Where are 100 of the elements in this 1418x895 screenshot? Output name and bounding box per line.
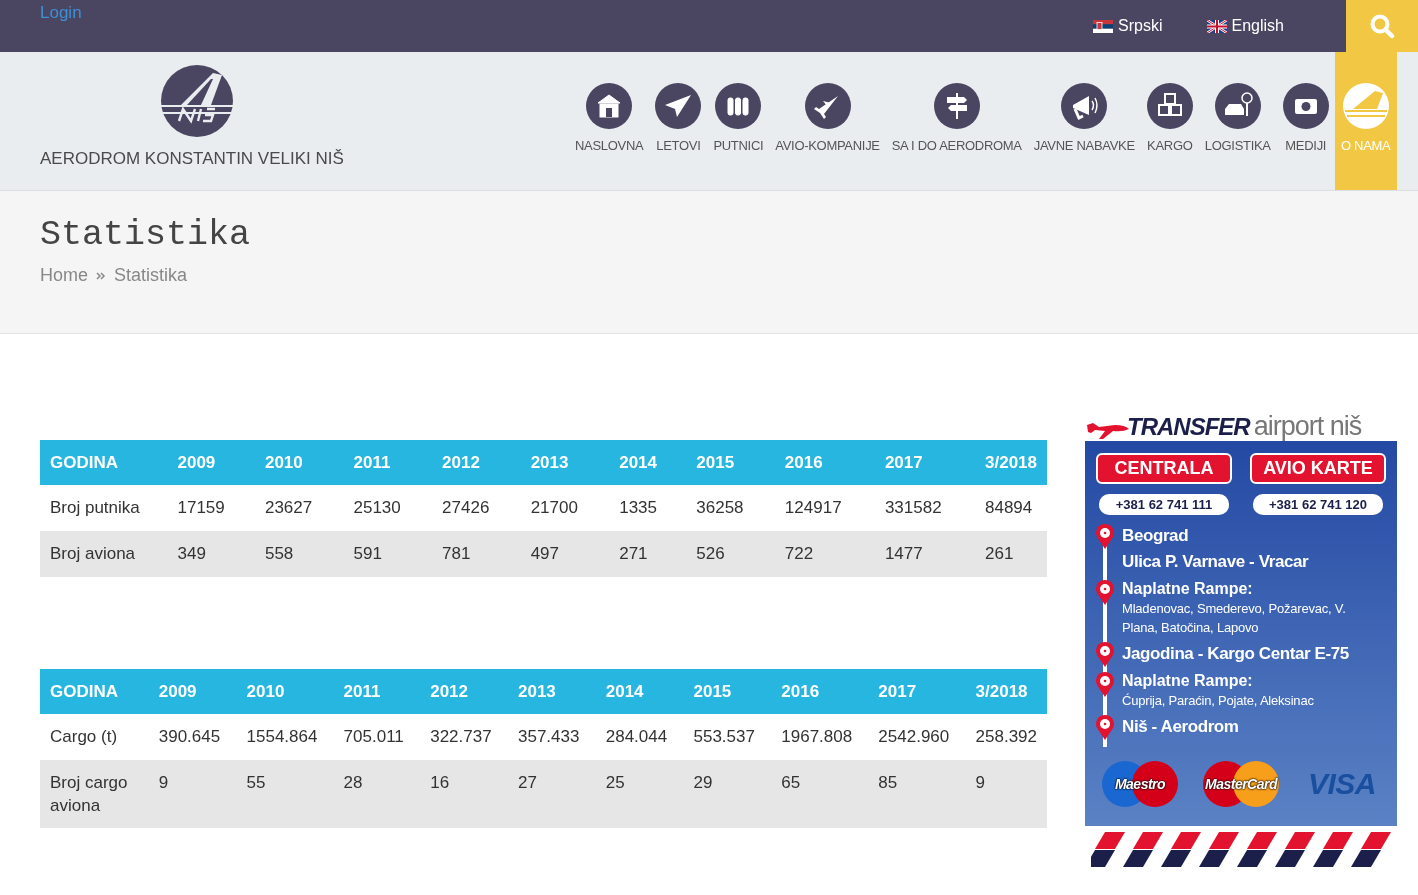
flag-icon — [1093, 19, 1114, 33]
nav-item[interactable]: KARGO — [1140, 52, 1199, 190]
table-cell: Broj cargo aviona — [40, 760, 149, 828]
table-cell: 17159 — [167, 485, 255, 531]
column-header: 2013 — [520, 440, 610, 485]
column-header: 2017 — [874, 440, 975, 485]
table-cell: 331582 — [874, 485, 975, 531]
table-cell: 722 — [774, 531, 875, 577]
table-cell: 25 — [595, 760, 684, 828]
airport-logo[interactable] — [161, 65, 233, 137]
location-pin-icon — [1095, 641, 1115, 667]
nav-item[interactable]: JAVNE NABAVKE — [1027, 52, 1141, 190]
column-header: 2017 — [868, 669, 966, 714]
nav-item[interactable]: MEDIJI — [1276, 52, 1335, 190]
column-header: 2011 — [333, 669, 421, 714]
table-cell: 1335 — [609, 485, 687, 531]
route-stop-detail: Mladenovac, Smederevo, Požarevac, V. Plana, Batočina, Lapovo — [1122, 600, 1347, 637]
route-stop-heading: Naplatne Rampe: — [1122, 671, 1254, 691]
airport-logo-icon — [1342, 83, 1389, 129]
building-icon — [586, 83, 633, 129]
column-header: 2014 — [609, 440, 687, 485]
table-cell: 23627 — [254, 485, 344, 531]
route-stop: Niš - Aerodrom — [1122, 716, 1239, 738]
route-stop-heading: Naplatne Rampe: — [1122, 579, 1254, 599]
column-header: 2016 — [771, 669, 869, 714]
table-cell: 357.433 — [507, 714, 596, 760]
table-cell: 1477 — [874, 531, 975, 577]
column-header: GODINA — [40, 440, 168, 485]
table-cell: 27 — [507, 760, 596, 828]
column-header: 3/2018 — [975, 440, 1047, 485]
table-cell: 497 — [520, 531, 610, 577]
table-cell: Broj putnika — [40, 485, 168, 531]
column-header: 2015 — [683, 669, 772, 714]
table-cell: 705.011 — [333, 714, 421, 760]
table-cell: 322.737 — [420, 714, 508, 760]
table-cell: 29 — [683, 760, 772, 828]
column-header: 2009 — [167, 440, 255, 485]
location-pin-icon — [1095, 671, 1115, 697]
megaphone-icon — [1061, 83, 1108, 129]
table-cell: 36258 — [686, 485, 775, 531]
breadcrumb-separator-icon — [96, 271, 106, 280]
table-cell: 25130 — [343, 485, 433, 531]
airplane-icon — [804, 83, 851, 129]
nav-item[interactable]: PUTNICI — [707, 52, 770, 190]
table-cell: 591 — [343, 531, 433, 577]
ad-brand-subtitle: airport niš — [1253, 411, 1362, 441]
table-cell: 781 — [432, 531, 521, 577]
payment-card-logo: VISA — [1307, 766, 1377, 802]
column-header: 2010 — [236, 669, 334, 714]
table-cell: 27426 — [432, 485, 521, 531]
nav-item[interactable]: AVIO-KOMPANIJE — [769, 52, 886, 190]
ad-brand-name: TRANSFER — [1127, 413, 1250, 441]
table-cell: 390.645 — [148, 714, 237, 760]
table-cell: 261 — [975, 531, 1047, 577]
route-stop-detail: Ćuprija, Paraćin, Pojate, Aleksinac — [1122, 692, 1314, 710]
table-cell: 28 — [333, 760, 421, 828]
language-link[interactable]: Srpski — [1093, 17, 1163, 35]
contact-phone: +381 62 741 111 — [1099, 494, 1229, 515]
column-header: 2009 — [148, 669, 237, 714]
column-header: 3/2018 — [965, 669, 1047, 714]
contact-label: CENTRALA — [1096, 453, 1232, 484]
camera-icon — [1282, 83, 1329, 129]
table-cell: 65 — [771, 760, 869, 828]
column-header: 2011 — [343, 440, 433, 485]
table-cell: 284.044 — [595, 714, 684, 760]
table-cell: 85 — [868, 760, 966, 828]
table-cell: 21700 — [520, 485, 610, 531]
table-cell: 258.392 — [965, 714, 1047, 760]
nav-item[interactable]: LOGISTIKA — [1198, 52, 1277, 190]
table-cell: 1554.864 — [236, 714, 334, 760]
table-cell: Broj aviona — [40, 531, 168, 577]
table-cell: 124917 — [774, 485, 875, 531]
route-stop: Beograd — [1122, 525, 1190, 547]
contact-phone: +381 62 741 120 — [1253, 494, 1383, 515]
page-title: Statistika — [40, 214, 252, 255]
nav-item[interactable]: SA I DO AERODROMA — [885, 52, 1028, 190]
column-header: GODINA — [40, 669, 149, 714]
table-cell: 1967.808 — [771, 714, 869, 760]
column-header: 2012 — [420, 669, 508, 714]
table-cell: 2542.960 — [868, 714, 966, 760]
signpost-icon — [933, 83, 980, 129]
table-cell: 55 — [236, 760, 334, 828]
column-header: 2010 — [254, 440, 344, 485]
table-cell: 9 — [965, 760, 1047, 828]
language-link[interactable]: English — [1206, 17, 1284, 35]
flag-icon — [1206, 19, 1227, 33]
location-pin-icon — [1095, 523, 1115, 549]
table-cell: 9 — [148, 760, 237, 828]
table-cell: 526 — [686, 531, 775, 577]
table-cell: 271 — [609, 531, 687, 577]
nav-item[interactable]: NASLOVNA — [569, 52, 650, 190]
column-header: 2012 — [432, 440, 521, 485]
location-pin-icon — [1095, 579, 1115, 605]
paper-plane-icon — [655, 83, 702, 129]
site-name: AERODROM KONSTANTIN VELIKI NIŠ — [40, 149, 344, 169]
column-header: 2016 — [774, 440, 875, 485]
search-icon — [1369, 13, 1395, 39]
nav-item[interactable]: LETOVI — [649, 52, 708, 190]
table-cell: 349 — [167, 531, 255, 577]
boxes-icon — [1146, 83, 1193, 129]
